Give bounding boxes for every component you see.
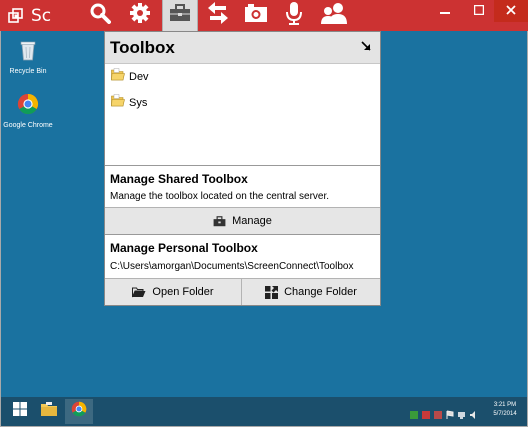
personal-toolbox-section: Manage Personal Toolbox C:\Users\amorgan… bbox=[105, 234, 380, 278]
remote-taskbar: 3:21 PM 5/7/2014 bbox=[1, 397, 527, 426]
taskbar-chrome[interactable] bbox=[65, 399, 93, 424]
toolbox-icon bbox=[169, 4, 191, 27]
toolbox-title: Toolbox bbox=[110, 38, 175, 57]
personal-toolbox-path: C:\Users\amorgan\Documents\ScreenConnect… bbox=[110, 261, 354, 272]
folder-name: Sys bbox=[129, 97, 148, 109]
desktop-icon-label: Recycle Bin bbox=[9, 68, 47, 75]
transfer-arrows-icon bbox=[206, 2, 230, 29]
chrome-icon bbox=[71, 401, 87, 422]
maximize-button[interactable] bbox=[462, 0, 496, 22]
shared-toolbox-section: Manage Shared Toolbox Manage the toolbox… bbox=[105, 165, 380, 207]
system-tray bbox=[409, 405, 484, 419]
taskbar-clock[interactable]: 3:21 PM 5/7/2014 bbox=[485, 401, 525, 419]
camera-icon bbox=[244, 3, 268, 28]
desktop-icon-recycle-bin[interactable]: Recycle Bin bbox=[2, 39, 54, 76]
volume-icon[interactable] bbox=[469, 407, 479, 419]
personal-toolbox-title: Manage Personal Toolbox bbox=[110, 241, 258, 255]
clock-date: 5/7/2014 bbox=[493, 411, 517, 417]
open-folder-label: Open Folder bbox=[152, 286, 214, 298]
folder-icon bbox=[111, 94, 125, 112]
change-folder-button[interactable]: Change Folder bbox=[242, 278, 380, 305]
start-button[interactable] bbox=[6, 399, 34, 424]
desktop-icon-label: Google Chrome bbox=[3, 122, 53, 129]
tray-app-icon[interactable] bbox=[433, 407, 443, 419]
clock-time: 3:21 PM bbox=[493, 402, 517, 408]
toolbox-folder-list: Dev Sys bbox=[105, 64, 380, 165]
search-button[interactable] bbox=[82, 0, 118, 31]
settings-button[interactable] bbox=[122, 0, 158, 31]
windows-logo-icon bbox=[13, 402, 27, 421]
window-title: Sc bbox=[31, 6, 52, 26]
chrome-icon bbox=[17, 93, 39, 119]
minimize-button[interactable] bbox=[428, 0, 462, 22]
screenshot-button[interactable] bbox=[238, 0, 274, 31]
title-bar: Sc bbox=[0, 0, 528, 31]
recycle-bin-icon bbox=[19, 41, 37, 65]
folder-name: Dev bbox=[129, 71, 149, 83]
toolbox-header: Toolbox bbox=[105, 32, 380, 64]
tray-flag-icon[interactable] bbox=[445, 407, 455, 419]
tray-app-icon[interactable] bbox=[421, 407, 431, 419]
close-button[interactable] bbox=[494, 0, 528, 22]
collapse-arrow-icon[interactable] bbox=[360, 39, 372, 51]
toolbox-button[interactable] bbox=[162, 0, 198, 31]
app-logo-icon[interactable] bbox=[8, 8, 24, 24]
taskbar-explorer[interactable] bbox=[35, 399, 63, 424]
microphone-icon bbox=[285, 1, 303, 30]
transfer-button[interactable] bbox=[200, 0, 236, 31]
shared-toolbox-description: Manage the toolbox located on the centra… bbox=[110, 191, 330, 202]
close-icon bbox=[506, 2, 516, 20]
manage-button-label: Manage bbox=[232, 215, 272, 227]
gear-icon bbox=[129, 2, 151, 29]
change-folder-label: Change Folder bbox=[284, 286, 357, 298]
change-folder-icon bbox=[265, 285, 279, 299]
desktop-icon-chrome[interactable]: Google Chrome bbox=[2, 93, 54, 130]
manage-button[interactable]: Manage bbox=[105, 207, 380, 234]
session-window: Sc Recycle Bin Google Chrome 3:21 PM 5/7… bbox=[0, 0, 528, 427]
open-folder-icon bbox=[132, 287, 146, 298]
toolbox-panel: Toolbox Dev Sys Manage Shared Toolbox Ma… bbox=[104, 31, 381, 306]
folder-item-sys[interactable]: Sys bbox=[111, 94, 147, 112]
session-toolbar bbox=[82, 0, 362, 31]
toolbox-icon bbox=[213, 215, 226, 227]
participants-button[interactable] bbox=[316, 0, 352, 31]
tray-app-icon[interactable] bbox=[409, 407, 419, 419]
network-icon[interactable] bbox=[457, 407, 467, 419]
file-explorer-icon bbox=[40, 401, 58, 422]
maximize-icon bbox=[473, 2, 485, 20]
audio-button[interactable] bbox=[276, 0, 312, 31]
folder-icon bbox=[111, 68, 125, 86]
open-folder-button[interactable]: Open Folder bbox=[105, 278, 242, 305]
shared-toolbox-title: Manage Shared Toolbox bbox=[110, 172, 248, 186]
minimize-icon bbox=[440, 2, 450, 20]
users-icon bbox=[321, 2, 347, 29]
search-icon bbox=[89, 2, 111, 29]
folder-item-dev[interactable]: Dev bbox=[111, 68, 149, 86]
